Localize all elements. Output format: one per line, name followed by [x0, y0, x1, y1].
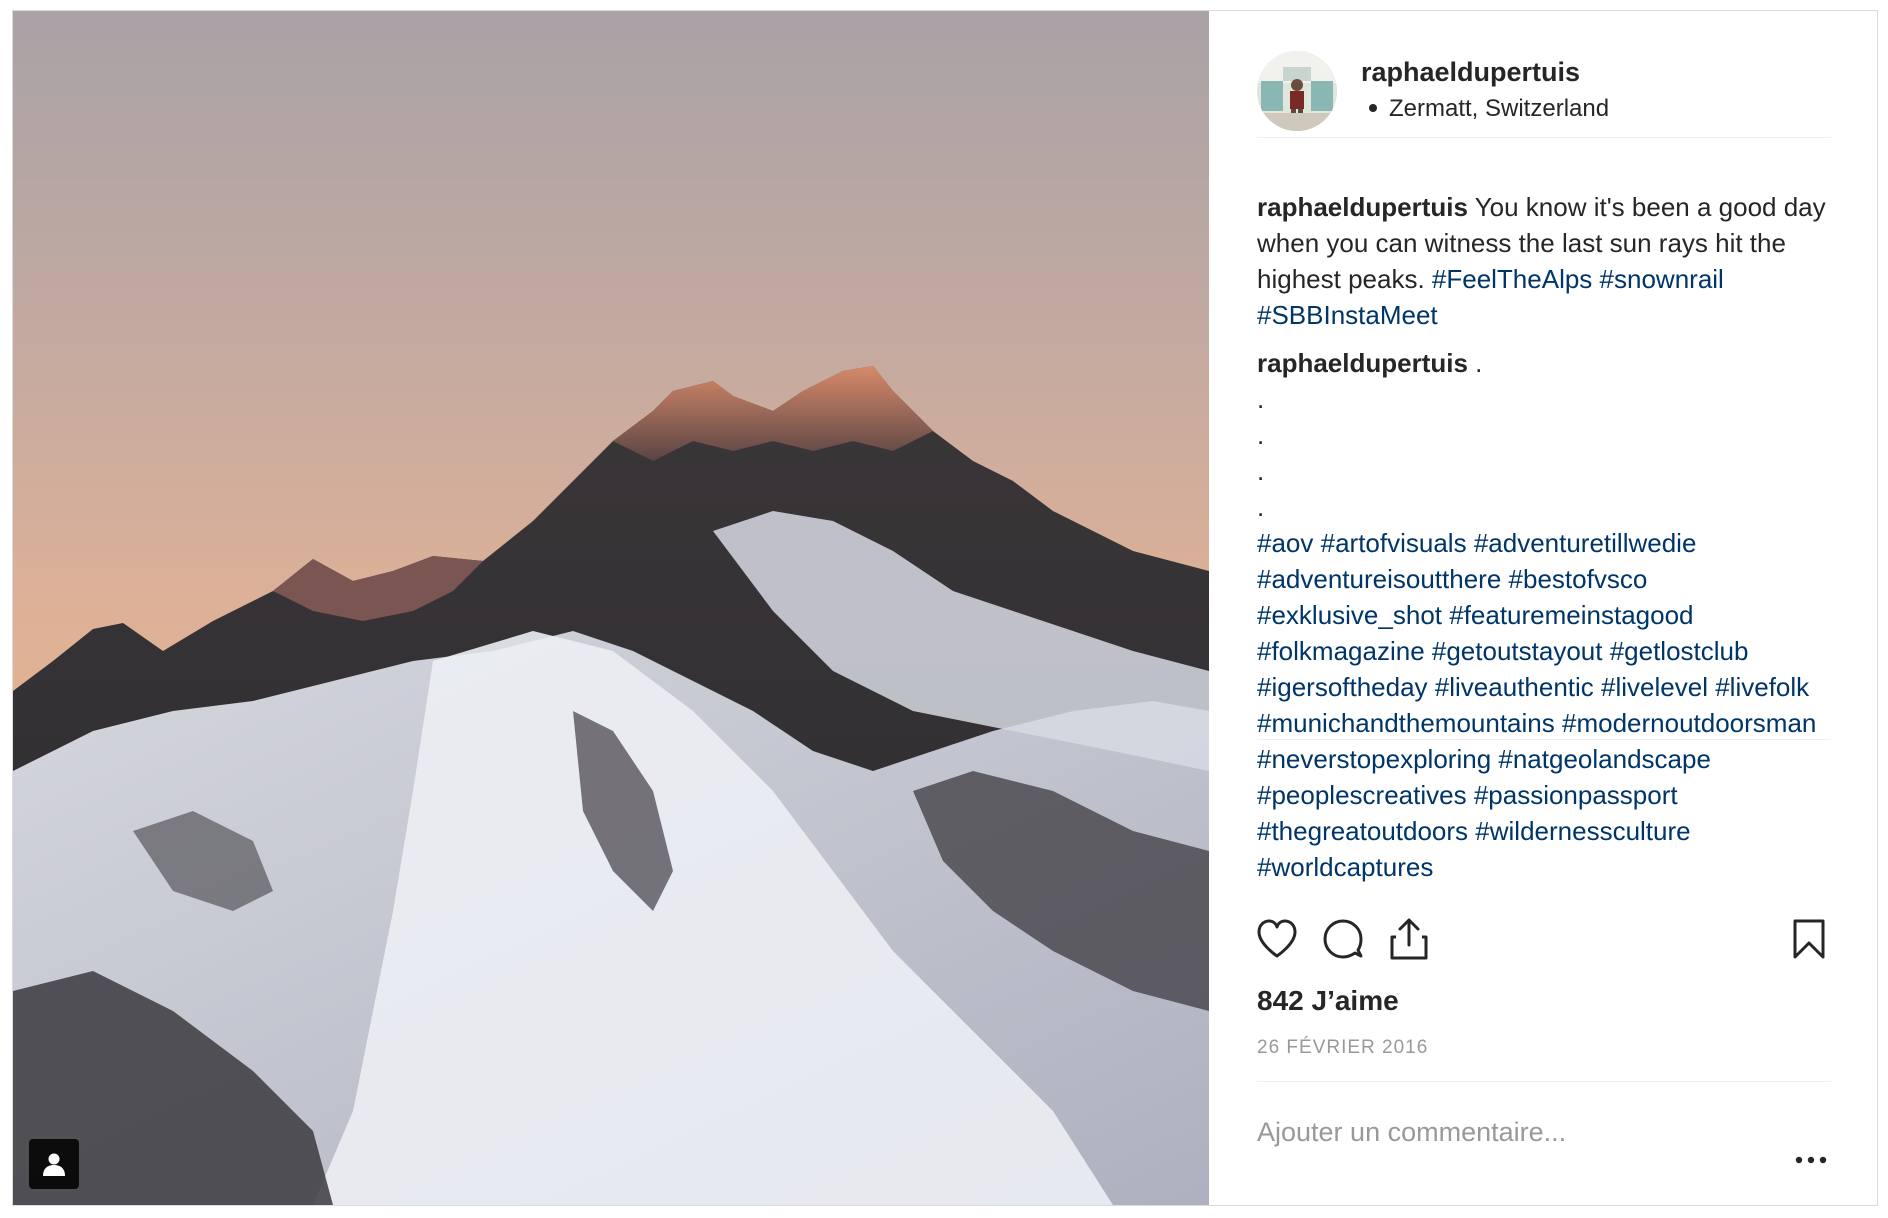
comments-divider — [1257, 739, 1831, 740]
hashtag-link[interactable]: #featuremeinstagood — [1449, 600, 1693, 630]
tagged-people-button[interactable] — [29, 1139, 79, 1189]
hashtag-link[interactable]: #peoplescreatives — [1257, 780, 1467, 810]
comment-dot-line: . — [1257, 492, 1265, 522]
hashtag-link[interactable]: #igersoftheday — [1257, 672, 1428, 702]
hashtag-link[interactable]: #adventuretillwedie — [1474, 528, 1697, 558]
comment-dot-line: . — [1257, 384, 1265, 414]
hashtag-link[interactable]: #aov — [1257, 528, 1313, 558]
hashtag-link[interactable]: #bestofvsco — [1509, 564, 1648, 594]
share-button[interactable] — [1383, 913, 1435, 965]
post-location[interactable]: Zermatt, Switzerland — [1369, 95, 1609, 123]
comment-dot-line: . — [1257, 420, 1265, 450]
comment-text: . — [1467, 348, 1483, 378]
hashtag-link[interactable]: #adventureisoutthere — [1257, 564, 1501, 594]
hashtag-link[interactable]: #natgeolandscape — [1498, 744, 1711, 774]
hashtag-link[interactable]: #getoutstayout — [1432, 636, 1603, 666]
post-photo[interactable] — [13, 11, 1209, 1205]
post-author-username[interactable]: raphaeldupertuis — [1361, 57, 1580, 88]
ellipsis-icon — [1795, 1156, 1827, 1164]
save-button[interactable] — [1783, 913, 1835, 965]
hashtag-link[interactable]: #neverstopexploring — [1257, 744, 1491, 774]
hashtag-link[interactable]: #FeelTheAlps — [1432, 264, 1592, 294]
comment-hashtags: #aov #artofvisuals #adventuretillwedie #… — [1257, 525, 1831, 885]
hashtag-link[interactable]: #modernoutdoorsman — [1562, 708, 1816, 738]
comment-button[interactable] — [1317, 913, 1369, 965]
more-options-button[interactable] — [1789, 1145, 1833, 1175]
hashtag-link[interactable]: #SBBInstaMeet — [1257, 300, 1438, 330]
location-bullet — [1369, 103, 1377, 112]
location-text: Zermatt, Switzerland — [1389, 95, 1610, 122]
hashtag-link[interactable]: #munichandthemountains — [1257, 708, 1555, 738]
hashtag-link[interactable]: #livelevel — [1601, 672, 1708, 702]
comments-list: raphaeldupertuis You know it's been a go… — [1257, 189, 1831, 885]
hashtag-link[interactable]: #liveauthentic — [1435, 672, 1594, 702]
post-details-panel: raphaeldupertuis Zermatt, Switzerland ra… — [1209, 11, 1877, 1205]
caption-username[interactable]: raphaeldupertuis — [1257, 192, 1468, 222]
profile-photo — [1257, 51, 1337, 131]
bookmark-icon — [1793, 919, 1825, 959]
avatar[interactable] — [1257, 51, 1337, 131]
action-bar — [1257, 913, 1831, 969]
caption: raphaeldupertuis You know it's been a go… — [1257, 189, 1831, 333]
comment-dots: .... — [1257, 381, 1831, 525]
hashtag-link[interactable]: #passionpassport — [1474, 780, 1678, 810]
hashtag-link[interactable]: #exklusive_shot — [1257, 600, 1442, 630]
post-header: raphaeldupertuis Zermatt, Switzerland — [1257, 51, 1831, 131]
footer-divider — [1257, 1081, 1831, 1082]
like-button[interactable] — [1251, 913, 1303, 965]
hashtag-link[interactable]: #thegreatoutdoors — [1257, 816, 1468, 846]
add-comment-input[interactable] — [1257, 1107, 1757, 1157]
post-date[interactable]: 26 FÉVRIER 2016 — [1257, 1037, 1428, 1059]
heart-icon — [1257, 919, 1297, 958]
hashtag-link[interactable]: #folkmagazine — [1257, 636, 1425, 666]
person-icon — [43, 1153, 65, 1176]
comment-username[interactable]: raphaeldupertuis — [1257, 348, 1468, 378]
comment-dot-line: . — [1257, 456, 1265, 486]
hashtag-link[interactable]: #snownrail — [1600, 264, 1724, 294]
hashtag-link[interactable]: #artofvisuals — [1321, 528, 1467, 558]
speech-bubble-icon — [1323, 919, 1363, 959]
header-divider — [1257, 137, 1831, 138]
hashtag-link[interactable]: #worldcaptures — [1257, 852, 1433, 882]
comment: raphaeldupertuis . — [1257, 345, 1831, 381]
share-icon — [1390, 918, 1428, 960]
post-card: raphaeldupertuis Zermatt, Switzerland ra… — [12, 10, 1878, 1206]
hashtag-link[interactable]: #wildernessculture — [1475, 816, 1690, 846]
mountain-landscape-image — [13, 11, 1209, 1205]
hashtag-link[interactable]: #livefolk — [1715, 672, 1809, 702]
like-count[interactable]: 842 J’aime — [1257, 985, 1399, 1017]
hashtag-link[interactable]: #getlostclub — [1610, 636, 1749, 666]
